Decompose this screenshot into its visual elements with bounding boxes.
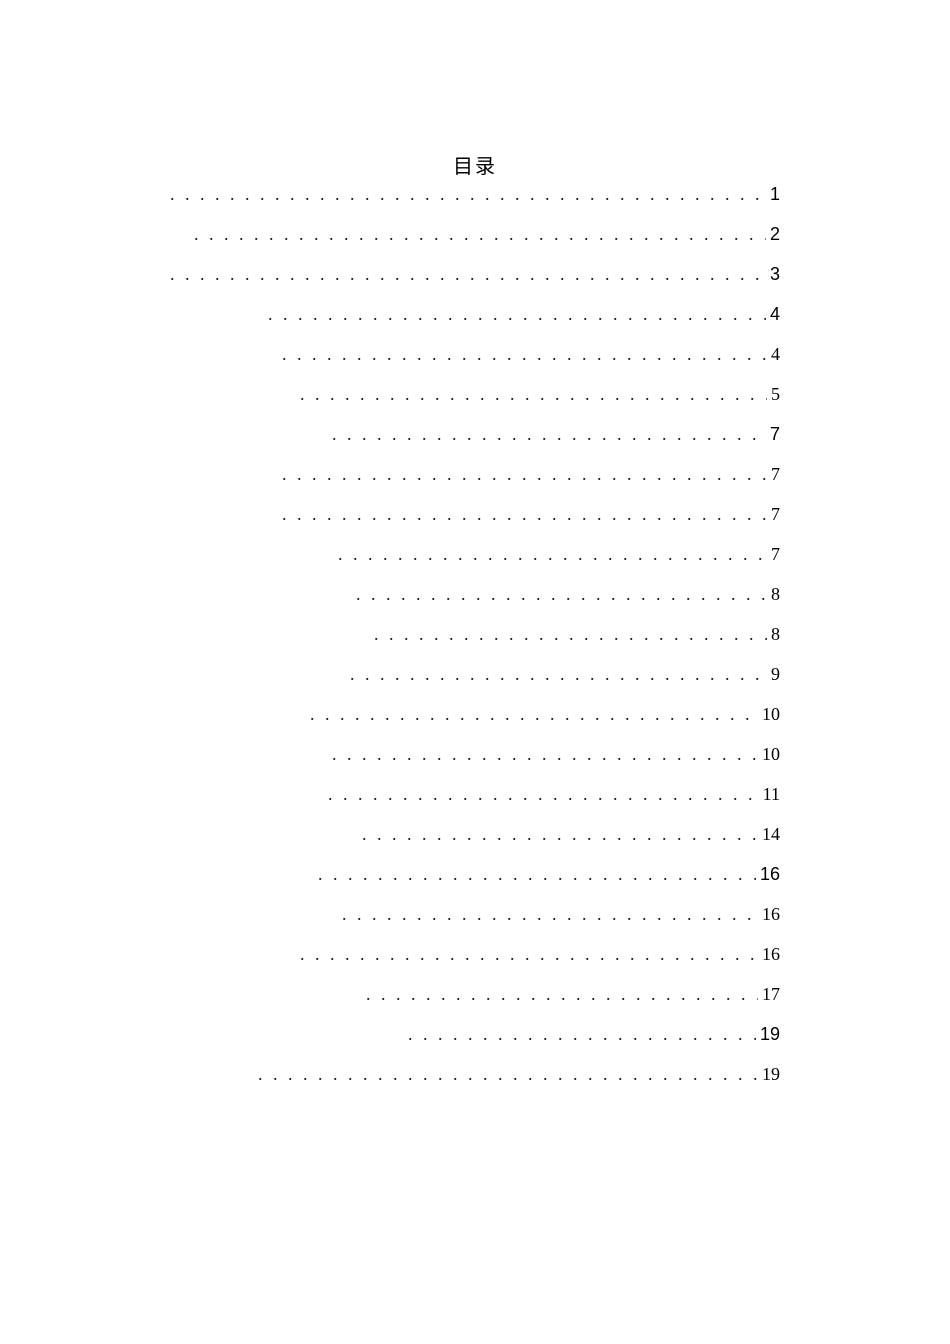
toc-entry-page: 1 xyxy=(766,185,780,203)
toc-entry-page: 19 xyxy=(758,1065,780,1083)
toc-entry-page: 8 xyxy=(767,625,780,643)
toc-entry-page: 8 xyxy=(767,585,780,603)
toc-entry: . . . . . . . . . . . . . . . . . . . . … xyxy=(170,465,780,483)
toc-leader-dots: . . . . . . . . . . . . . . . . . . . . … xyxy=(282,505,767,523)
toc-list: . . . . . . . . . . . . . . . . . . . . … xyxy=(170,185,780,1083)
toc-entry-page: 7 xyxy=(767,505,780,523)
toc-leader-dots: . . . . . . . . . . . . . . . . . . . . … xyxy=(268,305,766,323)
toc-title: 目录 xyxy=(170,150,780,179)
toc-leader-dots: . . . . . . . . . . . . . . . . . . . . … xyxy=(366,985,758,1003)
toc-leader-dots: . . . . . . . . . . . . . . . . . . . . … xyxy=(332,425,766,443)
toc-entry-page: 3 xyxy=(766,265,780,283)
toc-entry: . . . . . . . . . . . . . . . . . . . . … xyxy=(170,785,780,803)
toc-entry: . . . . . . . . . . . . . . . . . . . . … xyxy=(170,665,780,683)
toc-entry-page: 4 xyxy=(766,305,780,323)
toc-leader-dots: . . . . . . . . . . . . . . . . . . . . … xyxy=(300,385,767,403)
toc-entry: . . . . . . . . . . . . . . . . . . . . … xyxy=(170,425,780,443)
toc-entry: . . . . . . . . . . . . . . . . . . . . … xyxy=(170,185,780,203)
toc-entry: . . . . . . . . . . . . . . . . . . . . … xyxy=(170,1025,780,1043)
toc-page: 目录 . . . . . . . . . . . . . . . . . . .… xyxy=(170,150,780,1105)
toc-leader-dots: . . . . . . . . . . . . . . . . . . . . … xyxy=(318,865,756,883)
toc-entry-page: 7 xyxy=(767,545,780,563)
toc-entry: . . . . . . . . . . . . . . . . . . . . … xyxy=(170,945,780,963)
toc-entry-page: 7 xyxy=(767,465,780,483)
toc-entry-page: 17 xyxy=(758,985,780,1003)
toc-entry: . . . . . . . . . . . . . . . . . . . . … xyxy=(170,865,780,883)
toc-entry: . . . . . . . . . . . . . . . . . . . . … xyxy=(170,745,780,763)
toc-leader-dots: . . . . . . . . . . . . . . . . . . . . … xyxy=(170,265,766,283)
toc-entry: . . . . . . . . . . . . . . . . . . . . … xyxy=(170,225,780,243)
toc-entry: . . . . . . . . . . . . . . . . . . . . … xyxy=(170,505,780,523)
toc-entry: . . . . . . . . . . . . . . . . . . . . … xyxy=(170,1065,780,1083)
toc-entry: . . . . . . . . . . . . . . . . . . . . … xyxy=(170,905,780,923)
toc-leader-dots: . . . . . . . . . . . . . . . . . . . . … xyxy=(362,825,758,843)
toc-entry-page: 7 xyxy=(766,425,780,443)
toc-entry-page: 5 xyxy=(767,385,780,403)
toc-entry: . . . . . . . . . . . . . . . . . . . . … xyxy=(170,585,780,603)
toc-entry-page: 9 xyxy=(767,665,780,683)
toc-entry-page: 19 xyxy=(756,1025,780,1043)
toc-leader-dots: . . . . . . . . . . . . . . . . . . . . … xyxy=(194,225,766,243)
toc-entry-page: 10 xyxy=(758,745,780,763)
toc-entry: . . . . . . . . . . . . . . . . . . . . … xyxy=(170,265,780,283)
toc-entry-page: 16 xyxy=(758,905,780,923)
toc-entry-page: 4 xyxy=(767,345,780,363)
toc-leader-dots: . . . . . . . . . . . . . . . . . . . . … xyxy=(350,665,767,683)
toc-leader-dots: . . . . . . . . . . . . . . . . . . . . … xyxy=(332,745,758,763)
toc-entry-page: 10 xyxy=(758,705,780,723)
toc-leader-dots: . . . . . . . . . . . . . . . . . . . . … xyxy=(408,1025,756,1043)
toc-leader-dots: . . . . . . . . . . . . . . . . . . . . … xyxy=(374,625,767,643)
toc-leader-dots: . . . . . . . . . . . . . . . . . . . . … xyxy=(356,585,767,603)
toc-entry: . . . . . . . . . . . . . . . . . . . . … xyxy=(170,545,780,563)
toc-leader-dots: . . . . . . . . . . . . . . . . . . . . … xyxy=(170,185,766,203)
toc-entry: . . . . . . . . . . . . . . . . . . . . … xyxy=(170,305,780,323)
toc-leader-dots: . . . . . . . . . . . . . . . . . . . . … xyxy=(300,945,758,963)
toc-leader-dots: . . . . . . . . . . . . . . . . . . . . … xyxy=(258,1065,758,1083)
toc-leader-dots: . . . . . . . . . . . . . . . . . . . . … xyxy=(282,345,767,363)
toc-entry: . . . . . . . . . . . . . . . . . . . . … xyxy=(170,825,780,843)
toc-entry-page: 16 xyxy=(756,865,780,883)
toc-leader-dots: . . . . . . . . . . . . . . . . . . . . … xyxy=(328,785,759,803)
toc-leader-dots: . . . . . . . . . . . . . . . . . . . . … xyxy=(310,705,758,723)
toc-leader-dots: . . . . . . . . . . . . . . . . . . . . … xyxy=(342,905,758,923)
toc-entry: . . . . . . . . . . . . . . . . . . . . … xyxy=(170,985,780,1003)
toc-entry: . . . . . . . . . . . . . . . . . . . . … xyxy=(170,345,780,363)
toc-leader-dots: . . . . . . . . . . . . . . . . . . . . … xyxy=(338,545,767,563)
toc-entry-page: 2 xyxy=(766,225,780,243)
toc-entry-page: 11 xyxy=(759,785,780,803)
toc-entry: . . . . . . . . . . . . . . . . . . . . … xyxy=(170,385,780,403)
toc-entry-page: 16 xyxy=(758,945,780,963)
toc-entry: . . . . . . . . . . . . . . . . . . . . … xyxy=(170,705,780,723)
toc-entry-page: 14 xyxy=(758,825,780,843)
toc-entry: . . . . . . . . . . . . . . . . . . . . … xyxy=(170,625,780,643)
toc-leader-dots: . . . . . . . . . . . . . . . . . . . . … xyxy=(282,465,767,483)
